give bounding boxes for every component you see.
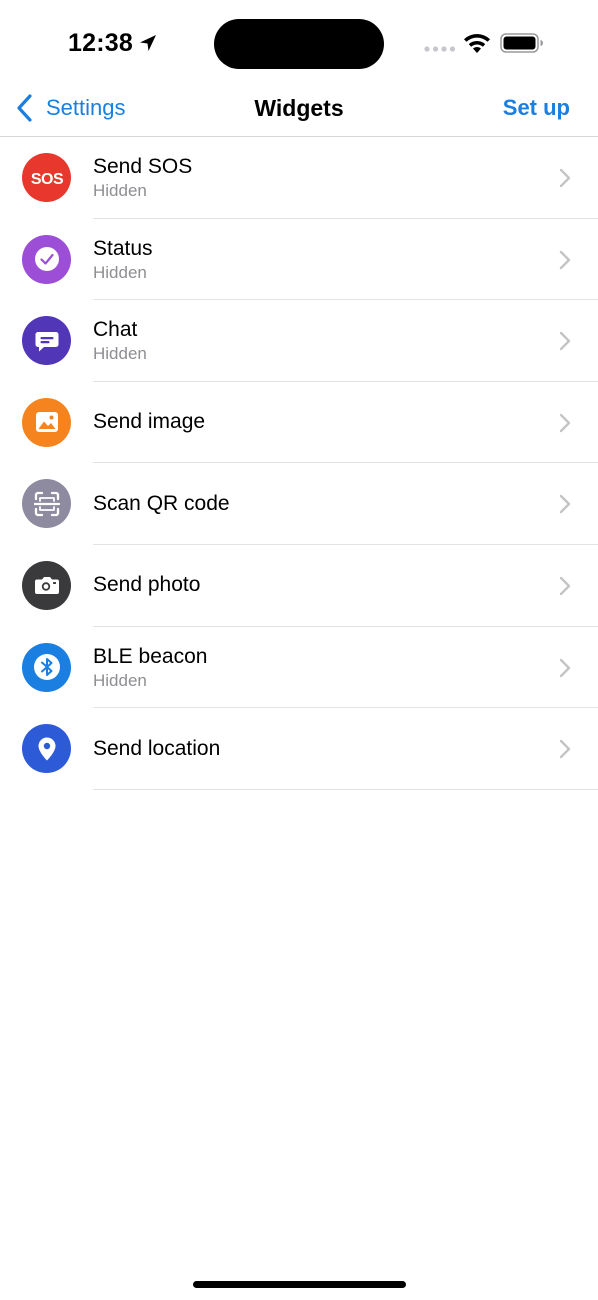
chevron-right-icon	[559, 331, 571, 351]
chat-bubble-icon	[22, 316, 71, 366]
widget-title: Send photo	[93, 573, 201, 597]
widget-row-send-location[interactable]: Send location	[0, 708, 598, 790]
widget-row-scan-qr-code[interactable]: Scan QR code	[0, 463, 598, 545]
widget-subtitle: Hidden	[93, 181, 147, 200]
checkmark-icon	[22, 234, 71, 284]
dynamic-island	[214, 19, 384, 69]
location-arrow-icon	[140, 35, 156, 51]
widget-title: Scan QR code	[93, 491, 230, 515]
location-pin-icon	[22, 724, 71, 774]
chevron-right-icon	[559, 168, 571, 188]
widget-row-ble-beacon[interactable]: BLE beacon Hidden	[0, 627, 598, 709]
widget-title: Send location	[93, 736, 221, 760]
chevron-right-icon	[559, 413, 571, 432]
widget-row-chat[interactable]: Chat Hidden	[0, 300, 598, 382]
widget-subtitle: Hidden	[93, 670, 147, 690]
status-bar: 12:38	[0, 0, 598, 80]
widget-row-status[interactable]: Status Hidden	[0, 219, 598, 301]
widget-row-send-photo[interactable]: Send photo	[0, 545, 598, 627]
chevron-right-icon	[559, 739, 571, 759]
widget-title: Chat	[93, 318, 138, 342]
chevron-right-icon	[559, 250, 571, 269]
status-time: 12:38	[68, 29, 133, 57]
widget-row-send-sos[interactable]: SOS Send SOS Hidden	[0, 137, 598, 219]
image-icon	[22, 397, 71, 447]
bluetooth-icon	[22, 642, 71, 692]
cellular-signal-icon	[424, 46, 456, 52]
qr-scan-icon	[22, 479, 71, 529]
chevron-right-icon	[559, 495, 571, 514]
row-separator	[93, 788, 598, 790]
nav-bar: Settings Widgets Set up	[0, 80, 598, 137]
widget-title: Send image	[93, 410, 206, 434]
widget-title: Status	[93, 236, 153, 260]
widget-title: BLE beacon	[93, 644, 208, 668]
camera-icon	[22, 560, 71, 610]
widget-list: SOS Send SOS Hidden Status Hidden Chat H…	[0, 137, 598, 790]
set-up-button[interactable]: Set up	[503, 88, 570, 128]
widget-row-send-image[interactable]: Send image	[0, 382, 598, 464]
wifi-icon	[464, 34, 490, 53]
svg-text:SOS: SOS	[30, 171, 63, 188]
widget-title: Send SOS	[93, 155, 193, 178]
widget-subtitle: Hidden	[93, 344, 147, 364]
chevron-right-icon	[559, 658, 571, 677]
battery-icon	[500, 33, 543, 53]
chevron-right-icon	[559, 576, 571, 596]
widget-subtitle: Hidden	[93, 262, 147, 282]
sos-icon: SOS	[22, 153, 71, 202]
home-indicator[interactable]	[193, 1281, 406, 1288]
